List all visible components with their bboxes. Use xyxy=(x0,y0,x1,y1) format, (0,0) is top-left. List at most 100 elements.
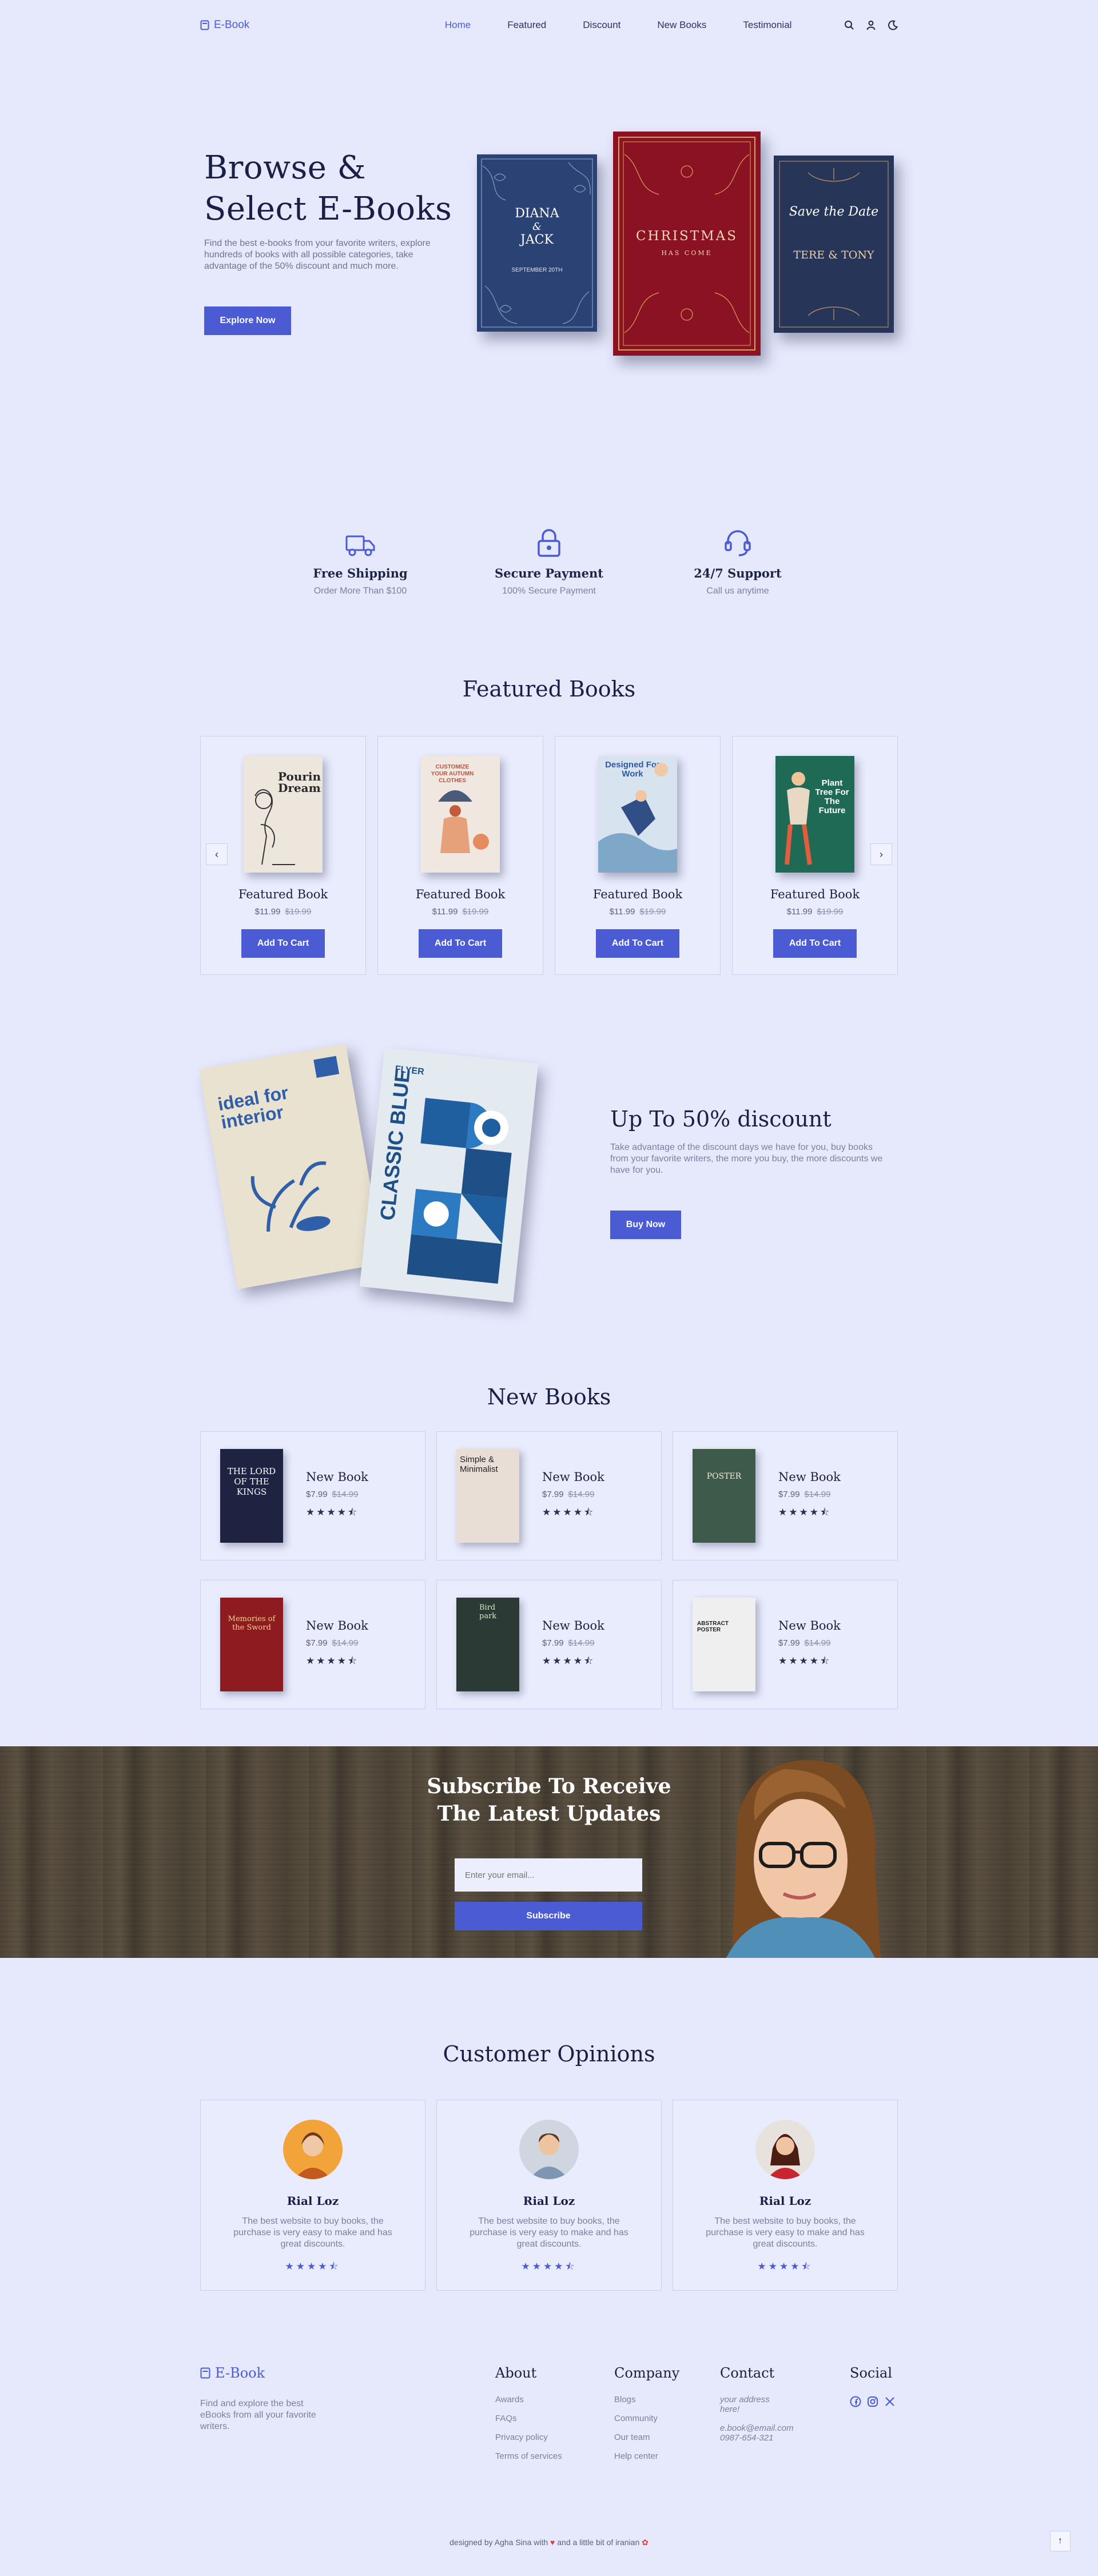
instagram-icon[interactable] xyxy=(867,2396,878,2407)
user-icon[interactable] xyxy=(866,20,876,30)
book-title[interactable]: New Book xyxy=(778,1470,841,1484)
book-title[interactable]: Featured Book xyxy=(378,887,543,901)
price-row: $7.99 $14.99 xyxy=(542,1638,604,1648)
x-icon[interactable] xyxy=(884,2396,896,2407)
add-to-cart-button[interactable]: Add To Cart xyxy=(241,929,325,958)
heart-icon: ♥ xyxy=(550,2538,555,2547)
add-to-cart-button[interactable]: Add To Cart xyxy=(773,929,857,958)
footer-link-terms[interactable]: Terms of services xyxy=(495,2451,562,2461)
email-input[interactable] xyxy=(455,1858,642,1892)
book-cover[interactable]: Simple & Minimalist xyxy=(456,1449,519,1543)
nav-link-home[interactable]: Home xyxy=(445,19,471,31)
contact-phone[interactable]: 0987-654-321 xyxy=(720,2433,794,2443)
logo[interactable]: E-Book xyxy=(200,19,249,31)
footer-logo[interactable]: E-Book xyxy=(200,2365,326,2381)
nav-link-testimonial[interactable]: Testimonial xyxy=(743,19,791,31)
price-row: $11.99 $19.99 xyxy=(201,907,365,917)
book-cover[interactable]: CUSTOMIZE YOUR AUTUMN CLOTHES xyxy=(421,756,500,873)
book-cover[interactable]: Bird park xyxy=(456,1598,519,1691)
svg-text:CLASSIC BLUE: CLASSIC BLUE xyxy=(375,1068,415,1221)
book-cover[interactable]: Designed For Work xyxy=(598,756,677,873)
scroll-to-top-button[interactable]: ↑ xyxy=(1050,2531,1071,2551)
nav-link-discount[interactable]: Discount xyxy=(583,19,620,31)
moon-icon[interactable] xyxy=(888,20,898,30)
testimonial-card: Rial Loz The best website to buy books, … xyxy=(673,2100,898,2291)
avatar xyxy=(283,2120,343,2179)
contact-email[interactable]: e.book@email.com xyxy=(720,2423,794,2433)
discount-book-classic-blue[interactable]: FLYER CLASSIC BLUE xyxy=(359,1048,539,1303)
reviewer-name: Rial Loz xyxy=(523,2194,575,2208)
book-title[interactable]: Featured Book xyxy=(733,887,897,901)
headset-icon xyxy=(669,523,806,557)
review-text: The best website to buy books, the purch… xyxy=(706,2216,865,2249)
book-cover[interactable]: Pouring Dreams xyxy=(244,756,323,873)
book-cover[interactable]: Plant Tree For The Future xyxy=(775,756,854,873)
hero-section: Browse & Select E-Books Find the best e-… xyxy=(200,50,898,416)
book-title[interactable]: New Book xyxy=(306,1619,368,1633)
price-row: $7.99 $14.99 xyxy=(306,1490,368,1499)
prev-arrow-button[interactable]: ‹ xyxy=(206,843,228,865)
svg-text:TERE & TONY: TERE & TONY xyxy=(793,249,874,261)
old-price: $14.99 xyxy=(804,1490,831,1499)
featured-book-card: CUSTOMIZE YOUR AUTUMN CLOTHES Featured B… xyxy=(377,736,543,975)
old-price: $14.99 xyxy=(568,1638,595,1648)
next-arrow-button[interactable]: › xyxy=(870,843,892,865)
discount-book-interior[interactable]: ideal for interior xyxy=(199,1044,384,1289)
book-title[interactable]: Featured Book xyxy=(555,887,720,901)
hero-book-diana-jack[interactable]: DIANA & JACK SEPTEMBER 20TH xyxy=(477,154,597,332)
book-cover[interactable]: POSTER xyxy=(693,1449,755,1543)
new-book-card: POSTER New Book $7.99 $14.99 ★★★★⯪ xyxy=(673,1431,898,1560)
explore-now-button[interactable]: Explore Now xyxy=(204,306,291,335)
footer-link-community[interactable]: Community xyxy=(614,2414,679,2423)
rating-stars: ★★★★⯪ xyxy=(542,1507,595,1518)
price-row: $11.99 $19.99 xyxy=(733,907,897,917)
footer-link-privacy[interactable]: Privacy policy xyxy=(495,2432,562,2442)
subscribe-button[interactable]: Subscribe xyxy=(455,1902,642,1930)
testimonial-card: Rial Loz The best website to buy books, … xyxy=(436,2100,662,2291)
footer-link-faqs[interactable]: FAQs xyxy=(495,2414,562,2423)
section-title: Customer Opinions xyxy=(443,2041,655,2067)
testimonial-card: Rial Loz The best website to buy books, … xyxy=(200,2100,425,2291)
footer-heading-company: Company xyxy=(614,2365,680,2381)
book-cover[interactable]: THE LORD OF THE KINGS xyxy=(220,1449,283,1543)
subscribe-title: Subscribe To Receive The Latest Updates xyxy=(427,1774,671,1826)
nav-link-new-books[interactable]: New Books xyxy=(657,19,706,31)
truck-icon xyxy=(292,523,429,557)
hero-book-christmas[interactable]: CHRISTMAS HAS COME xyxy=(613,132,761,356)
rating-stars: ★★★★⯪ xyxy=(542,1655,595,1666)
section-title: Featured Books xyxy=(462,676,636,702)
footer-link-help-center[interactable]: Help center xyxy=(614,2451,679,2461)
book-cover[interactable]: Memories of the Sword xyxy=(220,1598,283,1691)
new-book-card: Simple & Minimalist New Book $7.99 $14.99… xyxy=(436,1431,662,1560)
svg-text:Save the Date: Save the Date xyxy=(789,205,878,219)
reviewer-name: Rial Loz xyxy=(759,2194,811,2208)
old-price: $19.99 xyxy=(285,907,312,917)
book-title[interactable]: New Book xyxy=(542,1470,604,1484)
feature-subtitle: 100% Secure Payment xyxy=(502,586,596,596)
search-icon[interactable] xyxy=(844,20,854,30)
facebook-icon[interactable] xyxy=(850,2396,861,2407)
feature-shipping: Free Shipping Order More Than $100 xyxy=(292,523,429,596)
footer-link-blogs[interactable]: Blogs xyxy=(614,2395,679,2404)
avatar xyxy=(519,2120,579,2179)
nav-link-featured[interactable]: Featured xyxy=(507,19,546,31)
add-to-cart-button[interactable]: Add To Cart xyxy=(596,929,679,958)
price-row: $7.99 $14.99 xyxy=(542,1490,604,1499)
contact-info: e.book@email.com 0987-654-321 xyxy=(720,2423,794,2443)
book-icon xyxy=(200,2367,210,2379)
svg-text:DIANA: DIANA xyxy=(515,206,559,221)
book-title[interactable]: New Book xyxy=(778,1619,841,1633)
buy-now-button[interactable]: Buy Now xyxy=(610,1211,681,1239)
footer-link-our-team[interactable]: Our team xyxy=(614,2432,679,2442)
price: $7.99 xyxy=(778,1490,800,1499)
book-title[interactable]: New Book xyxy=(306,1470,368,1484)
add-to-cart-button[interactable]: Add To Cart xyxy=(419,929,502,958)
review-text: The best website to buy books, the purch… xyxy=(470,2216,628,2249)
footer-link-awards[interactable]: Awards xyxy=(495,2395,562,2404)
book-title[interactable]: Featured Book xyxy=(201,887,365,901)
new-books-section: New Books THE LORD OF THE KINGS New Book… xyxy=(200,1384,898,1709)
book-cover[interactable]: ABSTRACT POSTER xyxy=(693,1598,755,1691)
avatar xyxy=(755,2120,815,2179)
hero-book-tere-tony[interactable]: Save the Date TERE & TONY xyxy=(774,156,894,333)
book-title[interactable]: New Book xyxy=(542,1619,604,1633)
